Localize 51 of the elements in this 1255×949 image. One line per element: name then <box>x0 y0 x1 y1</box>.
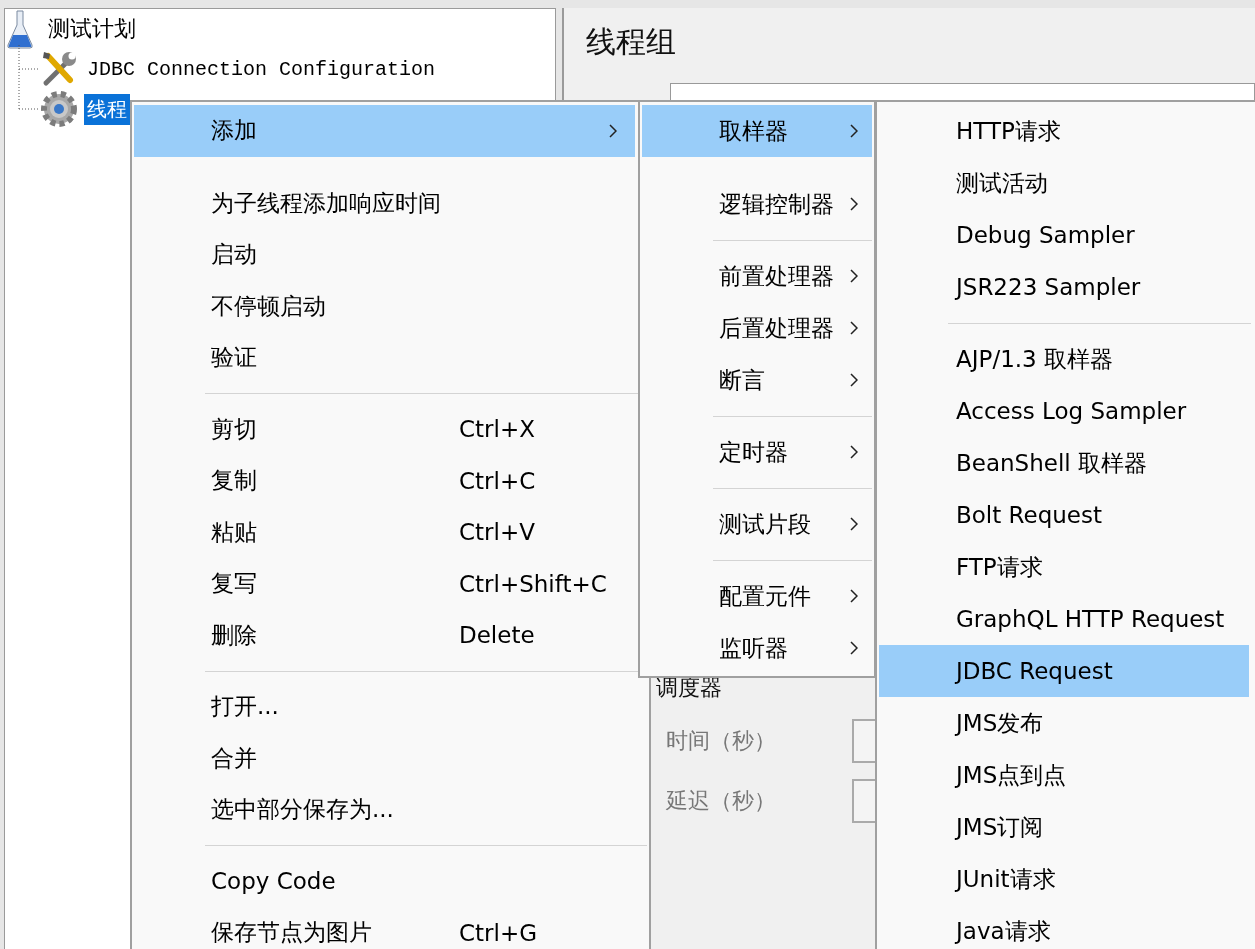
menu-item[interactable]: 断言 <box>642 354 872 406</box>
menu-item[interactable]: Access Log Sampler <box>879 385 1255 437</box>
menu-item[interactable]: 选中部分保存为... <box>134 784 635 836</box>
menu-item[interactable]: JMS订阅 <box>879 801 1255 853</box>
menu-item[interactable]: 启动 <box>134 229 635 281</box>
menu-item[interactable]: 定时器 <box>642 426 872 478</box>
menu-item[interactable]: 前置处理器 <box>642 250 872 302</box>
tree-item[interactable]: 线程 <box>84 93 130 125</box>
menu-item[interactable]: 复写 Ctrl+Shift+C <box>134 558 635 610</box>
field-label: 延迟（秒） <box>666 787 777 815</box>
menu-item[interactable]: 验证 <box>134 332 635 384</box>
menu-item[interactable]: 粘贴 Ctrl+V <box>134 506 635 558</box>
menu-item[interactable]: 测试活动 <box>879 157 1255 209</box>
menu-item[interactable]: Java请求 <box>879 905 1255 949</box>
menu-item[interactable]: 打开... <box>134 681 635 733</box>
menu-item[interactable]: 为子线程添加响应时间 <box>134 177 635 229</box>
menu-item[interactable]: HTTP请求 <box>879 105 1255 157</box>
menu-item[interactable]: 监听器 <box>642 622 872 674</box>
menu-item[interactable]: 保存节点为图片 Ctrl+G <box>134 907 635 949</box>
menu-item[interactable]: 取样器 <box>642 105 872 157</box>
menu-item[interactable]: 逻辑控制器 <box>642 178 872 230</box>
menu-item[interactable]: 合并 <box>134 732 635 784</box>
menu-item[interactable]: JMS发布 <box>879 697 1255 749</box>
panel-title: 线程组 <box>586 23 677 61</box>
menu-item[interactable]: 添加 <box>134 105 635 157</box>
menu-item[interactable]: JSR223 Sampler <box>879 261 1255 313</box>
menu-item[interactable]: 复制 Ctrl+C <box>134 455 635 507</box>
menu-item[interactable]: Bolt Request <box>879 489 1255 541</box>
flask-icon <box>5 9 35 49</box>
menu-item[interactable]: 配置元件 <box>642 570 872 622</box>
menu-item[interactable]: Copy Code <box>134 855 635 907</box>
tree-connector <box>18 45 40 110</box>
menu-item[interactable]: Debug Sampler <box>879 209 1255 261</box>
menu-item[interactable]: 不停顿启动 <box>134 280 635 332</box>
menu-item[interactable]: JUnit请求 <box>879 853 1255 905</box>
name-field[interactable] <box>670 83 1255 101</box>
menu-item[interactable]: 测试片段 <box>642 498 872 550</box>
tree-item[interactable]: 测试计划 <box>45 12 139 46</box>
menu-item[interactable]: BeanShell 取样器 <box>879 437 1255 489</box>
tools-icon <box>40 50 78 88</box>
menu-item[interactable]: FTP请求 <box>879 541 1255 593</box>
menu-item[interactable]: JMS点到点 <box>879 749 1255 801</box>
field-label: 时间（秒） <box>666 727 777 755</box>
gear-icon <box>40 90 78 128</box>
menu-item[interactable]: 后置处理器 <box>642 302 872 354</box>
menu-item[interactable]: 删除 Delete <box>134 609 635 661</box>
menu-item[interactable]: GraphQL HTTP Request <box>879 593 1255 645</box>
tree-item[interactable]: JDBC Connection Configuration <box>84 55 439 83</box>
menu-item[interactable]: AJP/1.3 取样器 <box>879 333 1255 385</box>
menu-item[interactable]: JDBC Request <box>879 645 1249 697</box>
menu-item[interactable]: 剪切 Ctrl+X <box>134 403 635 455</box>
